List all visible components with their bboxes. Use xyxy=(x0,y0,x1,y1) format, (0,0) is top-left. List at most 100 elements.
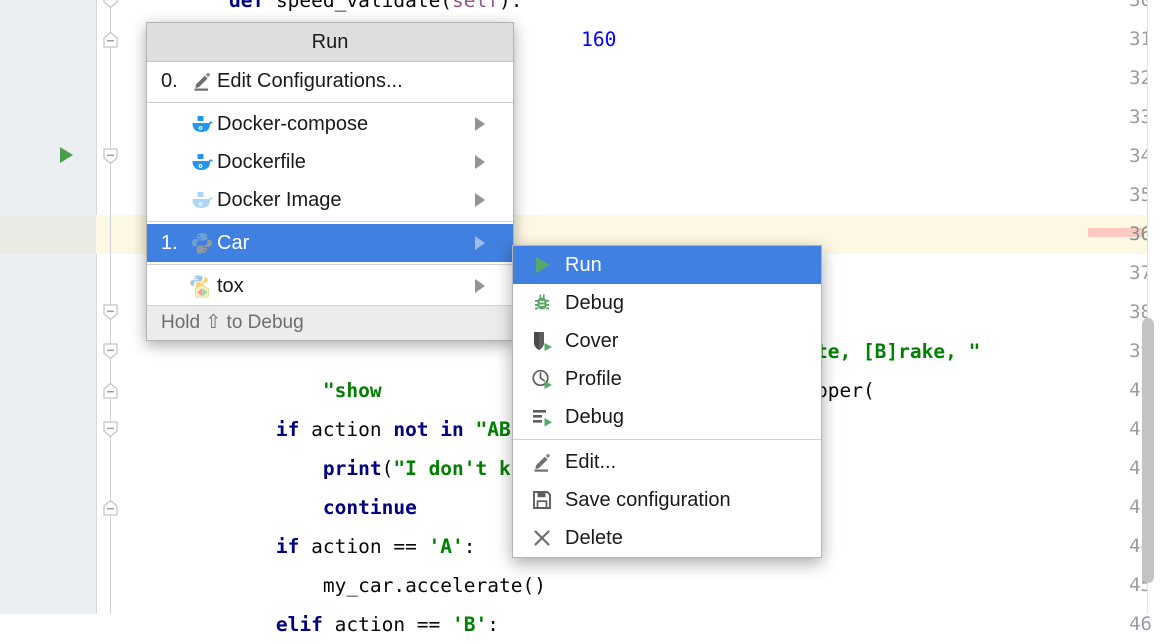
editor-gutter[interactable] xyxy=(0,0,97,614)
menu-item-label: Docker Image xyxy=(217,181,475,219)
run-menu-item-edit-configurations[interactable]: 0. Edit Configurations... xyxy=(147,62,513,100)
coverage-shield-icon xyxy=(531,330,565,352)
code-token xyxy=(182,613,276,636)
submenu-item-profile[interactable]: Profile xyxy=(513,360,821,398)
code-token: "show xyxy=(323,379,382,402)
run-menu-items[interactable]: 0.Edit Configurations...Docker-composeDo… xyxy=(147,62,513,305)
debug-bug-icon xyxy=(531,292,565,314)
fold-marker[interactable] xyxy=(101,0,120,10)
docker-image-icon xyxy=(187,189,217,211)
code-token: "I don't k xyxy=(393,457,510,480)
submenu-arrow-icon xyxy=(475,236,499,250)
code-token: continue xyxy=(323,496,417,519)
docker-icon xyxy=(187,113,217,135)
code-token xyxy=(182,457,323,480)
code-token: 160 xyxy=(581,28,616,51)
run-menu-item-docker-image[interactable]: Docker Image xyxy=(147,181,513,219)
delete-x-icon xyxy=(531,527,565,549)
code-token: my_car.accelerate() xyxy=(323,574,546,597)
submenu-items[interactable]: RunDebugCoverProfileDebugEdit...Save con… xyxy=(513,246,821,557)
code-token: if xyxy=(276,535,299,558)
submenu-item-debug[interactable]: Debug xyxy=(513,398,821,436)
vertical-scrollbar[interactable] xyxy=(1142,318,1154,583)
code-token: not in xyxy=(393,418,463,441)
code-token: print xyxy=(323,457,382,480)
run-menu-title: Run xyxy=(147,23,513,62)
code-token xyxy=(182,496,323,519)
code-token: if xyxy=(276,418,299,441)
menu-item-label: Car xyxy=(217,224,475,262)
submenu-item-label: Debug xyxy=(565,284,811,322)
python-icon xyxy=(187,231,217,255)
fold-marker[interactable] xyxy=(101,381,120,400)
fold-marker[interactable] xyxy=(101,147,120,166)
submenu-item-label: Edit... xyxy=(565,443,811,481)
pencil-icon xyxy=(531,451,565,473)
code-token xyxy=(182,574,323,597)
menu-item-shortcut-number: 0. xyxy=(161,62,187,100)
submenu-item-label: Save configuration xyxy=(565,481,811,519)
code-line: elif action == 'B': xyxy=(182,605,499,644)
code-token xyxy=(182,0,229,12)
code-token: 'A' xyxy=(429,535,464,558)
code-token: : xyxy=(464,535,476,558)
fold-marker[interactable] xyxy=(101,303,120,322)
run-icon xyxy=(531,254,565,276)
code-token: speed_validate( xyxy=(264,0,452,12)
submenu-arrow-icon xyxy=(475,279,499,293)
fold-marker[interactable] xyxy=(101,30,120,49)
code-token xyxy=(182,535,276,558)
code-token xyxy=(464,418,476,441)
run-menu-item-tox[interactable]: tox xyxy=(147,267,513,305)
fold-marker[interactable] xyxy=(101,342,120,361)
code-token: "AB xyxy=(476,418,511,441)
menu-item-label: tox xyxy=(217,267,475,305)
debug-lines-icon xyxy=(531,406,565,428)
submenu-item-debug[interactable]: Debug xyxy=(513,284,821,322)
code-token: def xyxy=(229,0,264,12)
code-token: elif xyxy=(276,613,323,636)
run-config-submenu[interactable]: RunDebugCoverProfileDebugEdit...Save con… xyxy=(512,245,822,558)
submenu-item-save-configuration[interactable]: Save configuration xyxy=(513,481,821,519)
pencil-icon xyxy=(187,70,217,92)
submenu-item-label: Delete xyxy=(565,519,811,557)
fold-marker[interactable] xyxy=(101,420,120,439)
submenu-separator xyxy=(513,439,821,440)
run-menu-footer-hint: Hold ⇧ to Debug xyxy=(147,305,513,340)
code-line: print("I don't k xyxy=(182,449,511,488)
submenu-item-run[interactable]: Run xyxy=(513,246,821,284)
code-token xyxy=(182,379,323,402)
menu-separator xyxy=(147,102,513,103)
run-menu-item-docker-compose[interactable]: Docker-compose xyxy=(147,105,513,143)
current-line-gutter-highlight xyxy=(0,215,96,254)
code-token: action xyxy=(299,418,393,441)
menu-item-label: Dockerfile xyxy=(217,143,475,181)
menu-separator xyxy=(147,221,513,222)
code-token: ): xyxy=(499,0,522,12)
run-menu-item-dockerfile[interactable]: Dockerfile xyxy=(147,143,513,181)
submenu-item-edit[interactable]: Edit... xyxy=(513,443,821,481)
submenu-item-cover[interactable]: Cover xyxy=(513,322,821,360)
submenu-arrow-icon xyxy=(475,155,499,169)
submenu-arrow-icon xyxy=(475,193,499,207)
code-token: self xyxy=(452,0,499,12)
tox-icon xyxy=(187,274,217,298)
menu-item-label: Edit Configurations... xyxy=(217,62,503,100)
submenu-item-delete[interactable]: Delete xyxy=(513,519,821,557)
code-token: action == xyxy=(299,535,428,558)
menu-separator xyxy=(147,264,513,265)
run-gutter-icon[interactable] xyxy=(60,147,73,163)
fold-marker[interactable] xyxy=(101,498,120,517)
submenu-arrow-icon xyxy=(475,117,499,131)
code-token: 'B' xyxy=(452,613,487,636)
code-token: action == xyxy=(323,613,452,636)
submenu-item-label: Profile xyxy=(565,360,811,398)
run-popup-menu[interactable]: Run 0. Edit Configurations... Docker-compo… xyxy=(146,22,514,341)
code-line: def speed_validate(self): xyxy=(182,0,523,20)
submenu-item-label: Cover xyxy=(565,322,811,360)
menu-item-label: Docker-compose xyxy=(217,105,475,143)
run-menu-item-car[interactable]: 1.Car xyxy=(147,224,513,262)
code-line: if action == 'A': xyxy=(182,527,476,566)
code-token: : xyxy=(487,613,499,636)
save-floppy-icon xyxy=(531,489,565,511)
